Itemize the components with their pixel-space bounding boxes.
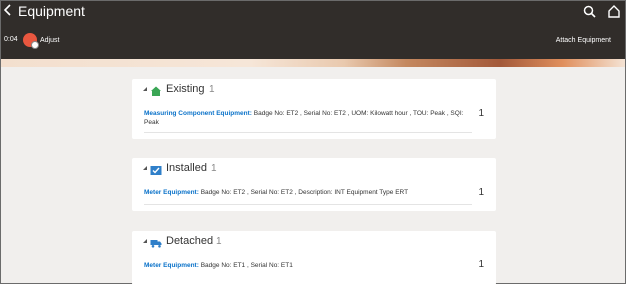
section-header: Existing 1 (132, 79, 496, 99)
section-title: Installed (166, 162, 207, 174)
adjust-icon[interactable] (23, 33, 39, 49)
row-count: 1 (478, 259, 484, 270)
truck-icon (150, 235, 162, 248)
equipment-details: Badge No: ET2 , Serial No: ET2 , Descrip… (198, 189, 409, 196)
row-count: 1 (478, 187, 484, 198)
equipment-link[interactable]: Meter Equipment: (144, 189, 199, 196)
section-header: Detached 1 (132, 231, 496, 251)
divider (144, 204, 472, 205)
home-button[interactable] (608, 5, 620, 18)
home-icon (608, 5, 620, 18)
section-title: Existing (166, 83, 205, 95)
collapse-toggle[interactable] (143, 166, 147, 170)
section-card-existing: Existing 1 Measuring Component Equipment… (132, 79, 496, 139)
page-title: Equipment (18, 3, 85, 19)
section-count: 1 (209, 84, 215, 95)
equipment-details: Badge No: ET1 , Serial No: ET1 (198, 262, 293, 269)
section-card-installed: Installed 1 Meter Equipment: Badge No: E… (132, 158, 496, 211)
chevron-left-icon (3, 4, 11, 16)
section-card-detached: Detached 1 Meter Equipment: Badge No: ET… (132, 231, 496, 284)
list-item: Meter Equipment: Badge No: ET1 , Serial … (144, 261, 474, 270)
list-item: Meter Equipment: Badge No: ET2 , Serial … (144, 188, 474, 197)
back-button[interactable] (3, 3, 16, 19)
equipment-link[interactable]: Meter Equipment: (144, 262, 199, 269)
search-icon (583, 5, 596, 18)
attach-equipment-button[interactable]: Attach Equipment (556, 37, 611, 44)
timer-text: 0:04 (4, 36, 18, 43)
home-icon (150, 83, 162, 96)
decorative-banner (1, 59, 625, 67)
collapse-toggle[interactable] (143, 87, 147, 91)
collapse-toggle[interactable] (143, 239, 147, 243)
section-count: 1 (216, 236, 222, 247)
row-count: 1 (478, 108, 484, 119)
search-button[interactable] (583, 5, 596, 18)
list-item: Measuring Component Equipment: Badge No:… (144, 109, 474, 127)
section-title: Detached (166, 235, 214, 247)
app-header: Equipment 0:04 Adjust Attach Equipment (1, 1, 625, 59)
toolbar-row: 0:04 Adjust Attach Equipment (1, 33, 625, 49)
section-header: Installed 1 (132, 158, 496, 178)
equipment-link[interactable]: Measuring Component Equipment: (144, 110, 252, 117)
title-row: Equipment (1, 1, 625, 23)
section-count: 1 (211, 163, 217, 174)
adjust-button[interactable]: Adjust (40, 37, 59, 44)
divider (144, 132, 472, 133)
calendar-check-icon (150, 162, 162, 175)
